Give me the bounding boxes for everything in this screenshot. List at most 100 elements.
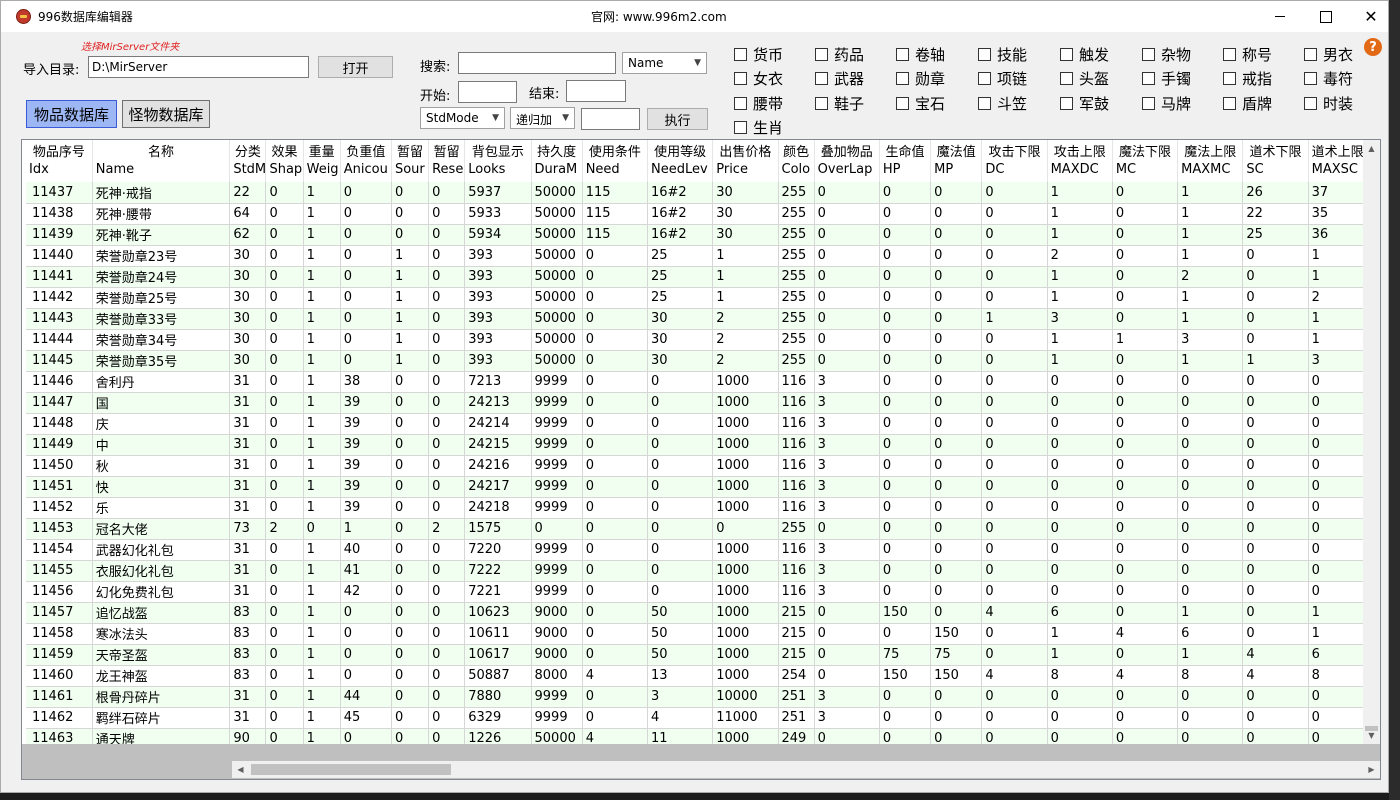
table-cell[interactable]: 追忆战盔 [92,602,231,624]
table-cell[interactable]: 255 [778,287,815,309]
table-cell[interactable]: 50000 [531,266,583,288]
table-cell[interactable]: 0 [930,434,983,456]
table-cell[interactable]: 11444 [26,329,93,351]
category-checkbox[interactable]: 杂物 [1142,43,1191,65]
table-cell[interactable]: 0 [265,581,304,603]
table-cell[interactable]: 251 [778,707,815,729]
table-cell[interactable]: 31 [229,539,267,561]
table-cell[interactable]: 1000 [712,434,779,456]
recur-select[interactable]: 递归加 ▼ [510,107,575,129]
table-cell[interactable]: 10617 [464,644,532,666]
table-cell[interactable]: 0 [1177,371,1244,393]
table-cell[interactable]: 0 [428,581,466,603]
table-cell[interactable]: 0 [582,287,648,309]
tab-item-database[interactable]: 物品数据库 [26,100,117,128]
table-cell[interactable]: 0 [814,350,880,372]
category-checkbox[interactable]: 卷轴 [896,43,945,65]
table-cell[interactable]: 13 [647,665,714,687]
table-cell[interactable]: 116 [778,413,815,435]
category-checkbox[interactable]: 斗笠 [978,92,1027,114]
table-cell[interactable]: 7221 [464,581,532,603]
table-cell[interactable]: 0 [1308,707,1365,729]
table-cell[interactable]: 0 [391,203,430,225]
table-cell[interactable]: 1 [712,266,779,288]
table-cell[interactable]: 3 [1308,350,1365,372]
column-header[interactable]: 道术上限 MAXSC [1308,140,1365,182]
table-cell[interactable]: 0 [981,182,1048,204]
table-cell[interactable]: 0 [1047,455,1113,477]
table-cell[interactable]: 1000 [712,497,779,519]
table-cell[interactable]: 1 [1177,182,1244,204]
checkbox-box[interactable] [978,96,991,110]
table-row[interactable]: 11446 舍利丹 31 0 1 38 0 0 7213 9999 0 0 1000 116 3 0 0 0 0 0 0… [26,371,1365,393]
table-cell[interactable]: 11000 [712,707,779,729]
table-cell[interactable]: 0 [1242,245,1309,267]
table-cell[interactable]: 0 [582,434,648,456]
table-cell[interactable]: 荣誉勋章34号 [92,329,231,351]
table-cell[interactable]: 0 [930,539,983,561]
table-cell[interactable]: 0 [391,707,430,729]
table-cell[interactable]: 0 [1242,602,1309,624]
table-cell[interactable]: 0 [930,287,983,309]
table-cell[interactable]: 0 [428,623,466,645]
table-cell[interactable]: 11457 [26,602,93,624]
minimize-icon[interactable] [1257,1,1303,32]
table-cell[interactable]: 0 [1242,413,1309,435]
table-cell[interactable]: 0 [265,245,304,267]
table-cell[interactable]: 0 [930,413,983,435]
table-cell[interactable]: 39 [340,392,392,414]
table-cell[interactable]: 0 [1308,539,1365,561]
table-cell[interactable]: 9000 [531,623,583,645]
table-cell[interactable]: 9999 [531,497,583,519]
table-cell[interactable]: 0 [814,665,880,687]
table-cell[interactable]: 0 [391,434,430,456]
table-cell[interactable]: 25 [647,266,714,288]
table-cell[interactable]: 0 [647,518,714,540]
checkbox-box[interactable] [734,72,747,85]
table-cell[interactable]: 150 [879,665,932,687]
category-checkbox[interactable]: 项链 [978,68,1027,90]
table-cell[interactable]: 0 [340,224,392,246]
table-cell[interactable]: 0 [265,686,304,708]
table-cell[interactable]: 冠名大佬 [92,518,231,540]
table-cell[interactable]: 0 [647,497,714,519]
table-cell[interactable]: 0 [1308,560,1365,582]
table-cell[interactable]: 0 [879,245,932,267]
table-cell[interactable]: 0 [1177,497,1244,519]
table-cell[interactable]: 0 [930,707,983,729]
table-cell[interactable]: 0 [930,203,983,225]
table-cell[interactable]: 31 [229,686,267,708]
table-cell[interactable]: 0 [1308,497,1365,519]
table-row[interactable]: 11456 幻化免费礼包 31 0 1 42 0 0 7221 9999 0 0 1000 116 3 0 0 0… [26,581,1365,603]
table-cell[interactable]: 0 [1177,518,1244,540]
search-field-select[interactable]: Name ▼ [622,52,707,74]
table-cell[interactable]: 116 [778,497,815,519]
category-checkbox[interactable]: 技能 [978,43,1027,65]
table-cell[interactable]: 1000 [712,560,779,582]
table-row[interactable]: 11458 寒冰法头 83 0 1 0 0 0 10611 9000 0 50 1000 215 0 0 150… [26,623,1365,645]
table-cell[interactable]: 64 [229,203,267,225]
table-cell[interactable]: 1 [1047,623,1113,645]
table-cell[interactable]: 0 [428,476,466,498]
table-cell[interactable]: 0 [879,623,932,645]
table-cell[interactable]: 3 [814,455,880,477]
checkbox-box[interactable] [1304,47,1317,61]
table-cell[interactable]: 0 [265,455,304,477]
table-cell[interactable]: 4 [582,665,648,687]
table-cell[interactable]: 1 [1112,329,1179,351]
table-cell[interactable]: 11460 [26,665,93,687]
table-cell[interactable]: 0 [265,644,304,666]
table-cell[interactable]: 0 [981,644,1048,666]
table-cell[interactable]: 0 [1112,707,1179,729]
table-cell[interactable]: 1 [303,266,341,288]
table-cell[interactable]: 0 [879,434,932,456]
table-cell[interactable]: 0 [1242,266,1309,288]
table-cell[interactable]: 7213 [464,371,532,393]
table-cell[interactable]: 荣誉勋章25号 [92,287,231,309]
table-row[interactable]: 11448 庆 31 0 1 39 0 0 24214 9999 0 0 1000 116 3 0 0 0 0 0 0 0… [26,413,1365,435]
table-cell[interactable]: 1 [1177,245,1244,267]
column-header[interactable]: 道术下限 SC [1242,140,1309,182]
table-cell[interactable]: 0 [428,497,466,519]
table-cell[interactable]: 0 [428,686,466,708]
table-cell[interactable]: 3 [814,392,880,414]
